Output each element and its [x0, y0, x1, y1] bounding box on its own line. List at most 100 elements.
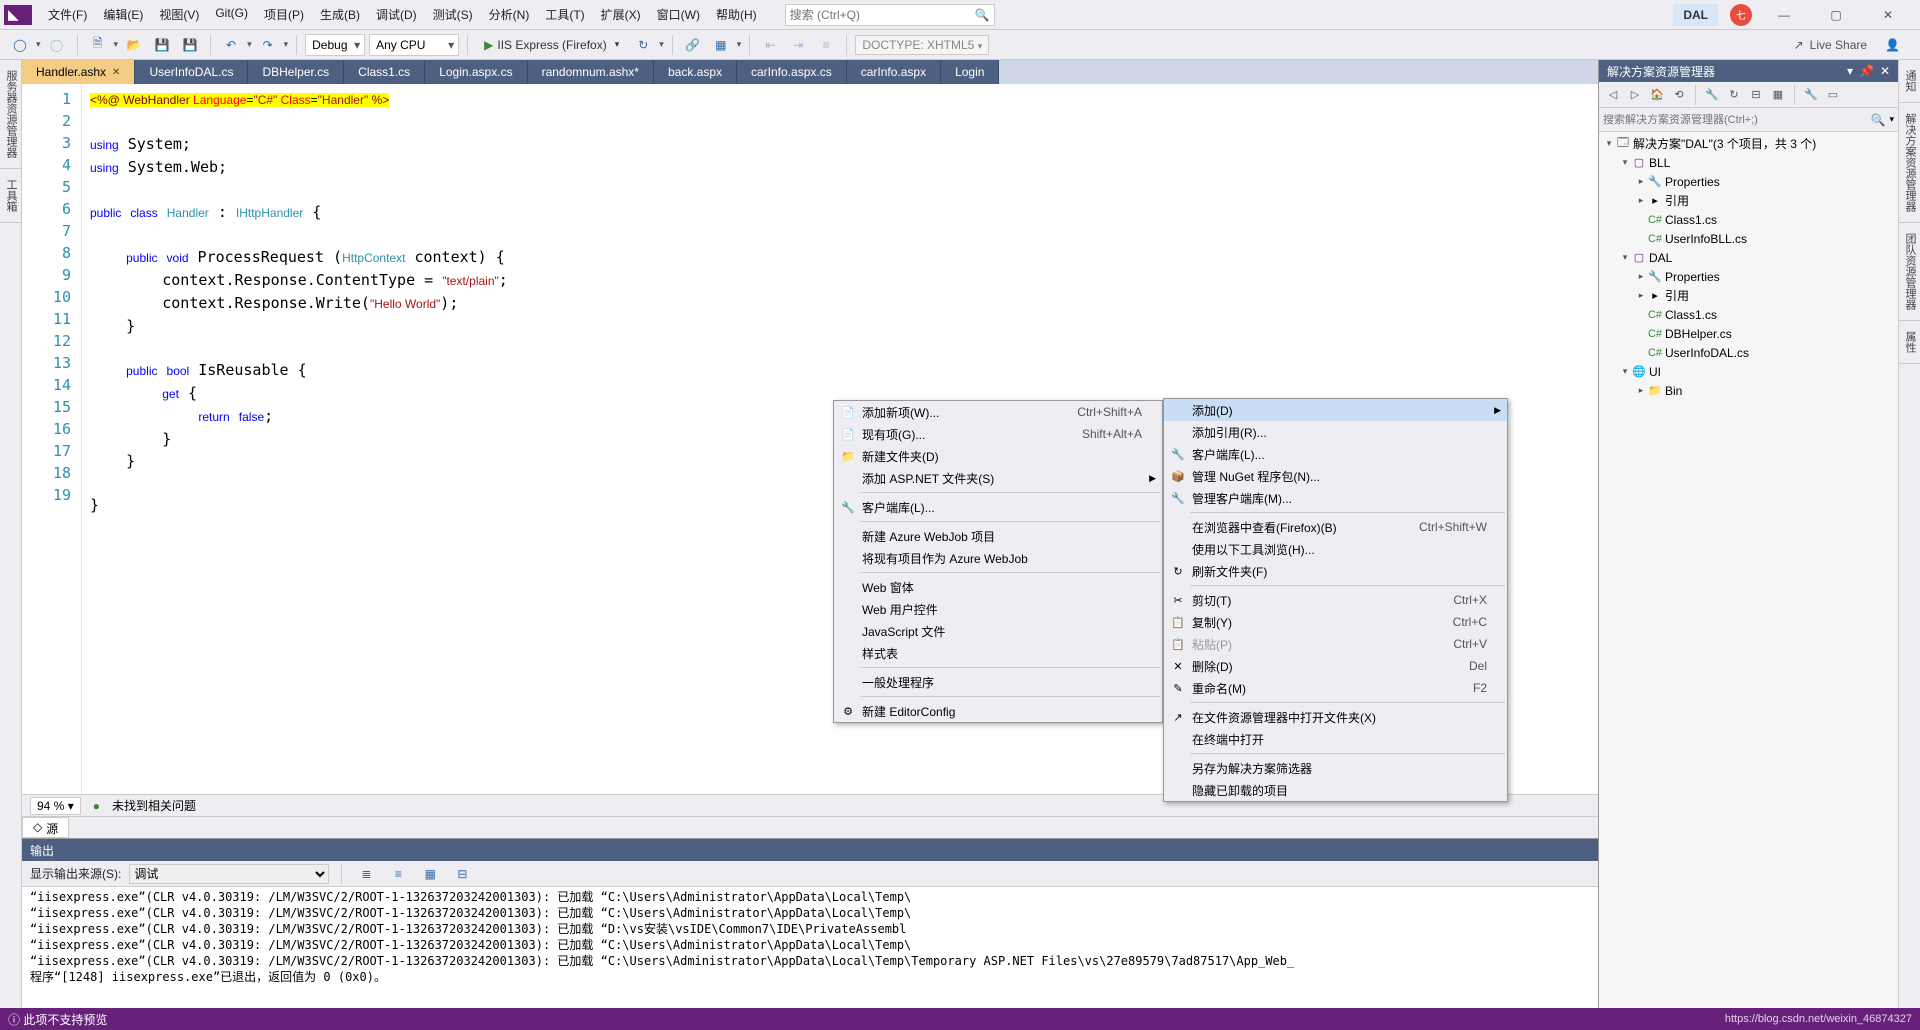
- panel-close-icon[interactable]: ✕: [1880, 64, 1890, 78]
- document-tab[interactable]: carInfo.aspx: [847, 60, 941, 84]
- project-dal[interactable]: ▾▢DAL: [1599, 248, 1898, 267]
- tree-item[interactable]: C#UserInfoBLL.cs: [1599, 229, 1898, 248]
- toggle-icon[interactable]: ▦: [709, 33, 733, 57]
- nav-fwd-icon[interactable]: ◯: [45, 33, 69, 57]
- menu-item[interactable]: 编辑(E): [95, 2, 151, 27]
- toolbox-tab[interactable]: 工具箱: [0, 169, 21, 223]
- panel-pin-icon[interactable]: 📌: [1859, 64, 1874, 78]
- ctx-item[interactable]: 📄现有项(G)... Shift+Alt+A: [834, 423, 1162, 445]
- ctx-item[interactable]: 🔧管理客户端库(M)...: [1164, 487, 1507, 509]
- fwd-icon[interactable]: ▷: [1625, 85, 1645, 105]
- output-text[interactable]: “iisexpress.exe”(CLR v4.0.30319: /LM/W3S…: [22, 887, 1598, 1008]
- menu-item[interactable]: 生成(B): [312, 2, 368, 27]
- tree-item[interactable]: C#UserInfoDAL.cs: [1599, 343, 1898, 362]
- ctx-item[interactable]: ↻刷新文件夹(F): [1164, 560, 1507, 582]
- ctx-item[interactable]: 📋复制(Y) Ctrl+C: [1164, 611, 1507, 633]
- menu-item[interactable]: 文件(F): [40, 2, 95, 27]
- document-tab[interactable]: randomnum.ashx*: [528, 60, 654, 84]
- tree-item[interactable]: C#Class1.cs: [1599, 305, 1898, 324]
- minimize-button[interactable]: —: [1764, 3, 1804, 27]
- team-explorer-tab[interactable]: 团队资源管理器: [1899, 223, 1920, 321]
- document-tab[interactable]: DBHelper.cs: [248, 60, 344, 84]
- solution-tree[interactable]: ▾🗔解决方案"DAL"(3 个项目，共 3 个) ▾▢BLL ▸🔧Propert…: [1599, 132, 1898, 1008]
- ctx-item[interactable]: 另存为解决方案筛选器: [1164, 757, 1507, 779]
- ctx-item[interactable]: ✕删除(D) Del: [1164, 655, 1507, 677]
- close-button[interactable]: ✕: [1868, 3, 1908, 27]
- ctx-item[interactable]: 🔧客户端库(L)...: [834, 496, 1162, 518]
- showall-icon[interactable]: ▦: [1768, 85, 1788, 105]
- notifications-tab[interactable]: 通知: [1899, 60, 1920, 103]
- properties-tab[interactable]: 属性: [1899, 321, 1920, 364]
- run-button[interactable]: ▶IIS Express (Firefox)▾: [476, 36, 627, 54]
- ctx-item[interactable]: 📦管理 NuGet 程序包(N)...: [1164, 465, 1507, 487]
- tree-item[interactable]: ▸▸引用: [1599, 286, 1898, 305]
- menu-item[interactable]: 测试(S): [425, 2, 481, 27]
- out-icon-3[interactable]: ▦: [418, 862, 442, 886]
- pending-icon[interactable]: 🔧: [1702, 85, 1722, 105]
- save-icon[interactable]: 💾: [150, 33, 174, 57]
- server-explorer-tab[interactable]: 服务器资源管理器: [0, 60, 21, 169]
- platform-dropdown[interactable]: Any CPU: [369, 34, 459, 56]
- ctx-item[interactable]: 在浏览器中查看(Firefox)(B) Ctrl+Shift+W: [1164, 516, 1507, 538]
- outdent-icon[interactable]: ⇥: [786, 33, 810, 57]
- ctx-item[interactable]: 隐藏已卸载的项目: [1164, 779, 1507, 801]
- open-icon[interactable]: 📂: [122, 33, 146, 57]
- preview-icon[interactable]: ▭: [1823, 85, 1843, 105]
- solution-search[interactable]: 🔍▾: [1599, 108, 1898, 132]
- menu-item[interactable]: 工具(T): [537, 2, 592, 27]
- browser-link-icon[interactable]: 🔗: [681, 33, 705, 57]
- menu-item[interactable]: 帮助(H): [708, 2, 765, 27]
- ctx-item[interactable]: 样式表: [834, 642, 1162, 664]
- menu-item[interactable]: 窗口(W): [649, 2, 708, 27]
- project-ui[interactable]: ▾🌐UI: [1599, 362, 1898, 381]
- ctx-item[interactable]: 📋粘贴(P) Ctrl+V: [1164, 633, 1507, 655]
- document-tab[interactable]: Login: [941, 60, 999, 84]
- out-icon-4[interactable]: ⊟: [450, 862, 474, 886]
- ctx-item[interactable]: 📄添加新项(W)... Ctrl+Shift+A: [834, 401, 1162, 423]
- indent-icon[interactable]: ⇤: [758, 33, 782, 57]
- config-dropdown[interactable]: Debug: [305, 34, 365, 56]
- ctx-item[interactable]: ✎重命名(M) F2: [1164, 677, 1507, 699]
- doctype-display[interactable]: DOCTYPE: XHTML5 ▾: [855, 35, 989, 55]
- ctx-item[interactable]: 📁新建文件夹(D): [834, 445, 1162, 467]
- ctx-item[interactable]: Web 窗体: [834, 576, 1162, 598]
- tree-item[interactable]: ▸🔧Properties: [1599, 172, 1898, 191]
- undo-icon[interactable]: ↶: [219, 33, 243, 57]
- ctx-item[interactable]: 添加(D) ▶: [1164, 399, 1507, 421]
- document-tab[interactable]: Handler.ashx✕: [22, 60, 135, 84]
- document-tab[interactable]: back.aspx: [654, 60, 737, 84]
- refresh-icon[interactable]: ↻: [1724, 85, 1744, 105]
- ctx-item[interactable]: 🔧客户端库(L)...: [1164, 443, 1507, 465]
- project-bll[interactable]: ▾▢BLL: [1599, 153, 1898, 172]
- menu-item[interactable]: 扩展(X): [593, 2, 649, 27]
- menu-item[interactable]: 视图(V): [151, 2, 207, 27]
- props-icon[interactable]: 🔧: [1801, 85, 1821, 105]
- ctx-item[interactable]: ↗在文件资源管理器中打开文件夹(X): [1164, 706, 1507, 728]
- ctx-item[interactable]: 在终端中打开: [1164, 728, 1507, 750]
- document-tab[interactable]: UserInfoDAL.cs: [135, 60, 248, 84]
- zoom-dropdown[interactable]: 94 % ▾: [30, 797, 81, 815]
- solution-explorer-tab[interactable]: 解决方案资源管理器: [1899, 103, 1920, 223]
- clear-output-icon[interactable]: ≣: [354, 862, 378, 886]
- solution-root[interactable]: ▾🗔解决方案"DAL"(3 个项目，共 3 个): [1599, 134, 1898, 153]
- solution-search-input[interactable]: [1603, 114, 1871, 126]
- redo-icon[interactable]: ↷: [256, 33, 280, 57]
- tree-item[interactable]: C#Class1.cs: [1599, 210, 1898, 229]
- collapse-icon[interactable]: ⊟: [1746, 85, 1766, 105]
- new-project-icon[interactable]: 🗎: [86, 33, 110, 57]
- ctx-item[interactable]: JavaScript 文件: [834, 620, 1162, 642]
- tree-item[interactable]: C#DBHelper.cs: [1599, 324, 1898, 343]
- menu-item[interactable]: 项目(P): [256, 2, 312, 27]
- menu-item[interactable]: Git(G): [207, 2, 256, 27]
- ctx-item[interactable]: 新建 Azure WebJob 项目: [834, 525, 1162, 547]
- maximize-button[interactable]: ▢: [1816, 3, 1856, 27]
- user-avatar-icon[interactable]: 七: [1730, 4, 1752, 26]
- refresh-icon[interactable]: ↻: [631, 33, 655, 57]
- tree-item[interactable]: ▸▸引用: [1599, 191, 1898, 210]
- document-tab[interactable]: Login.aspx.cs: [425, 60, 527, 84]
- ctx-item[interactable]: 一般处理程序: [834, 671, 1162, 693]
- ctx-item[interactable]: 使用以下工具浏览(H)...: [1164, 538, 1507, 560]
- back-icon[interactable]: ◁: [1603, 85, 1623, 105]
- nav-back-icon[interactable]: ◯: [8, 33, 32, 57]
- liveshare-button[interactable]: ↗ Live Share 👤: [1782, 38, 1912, 52]
